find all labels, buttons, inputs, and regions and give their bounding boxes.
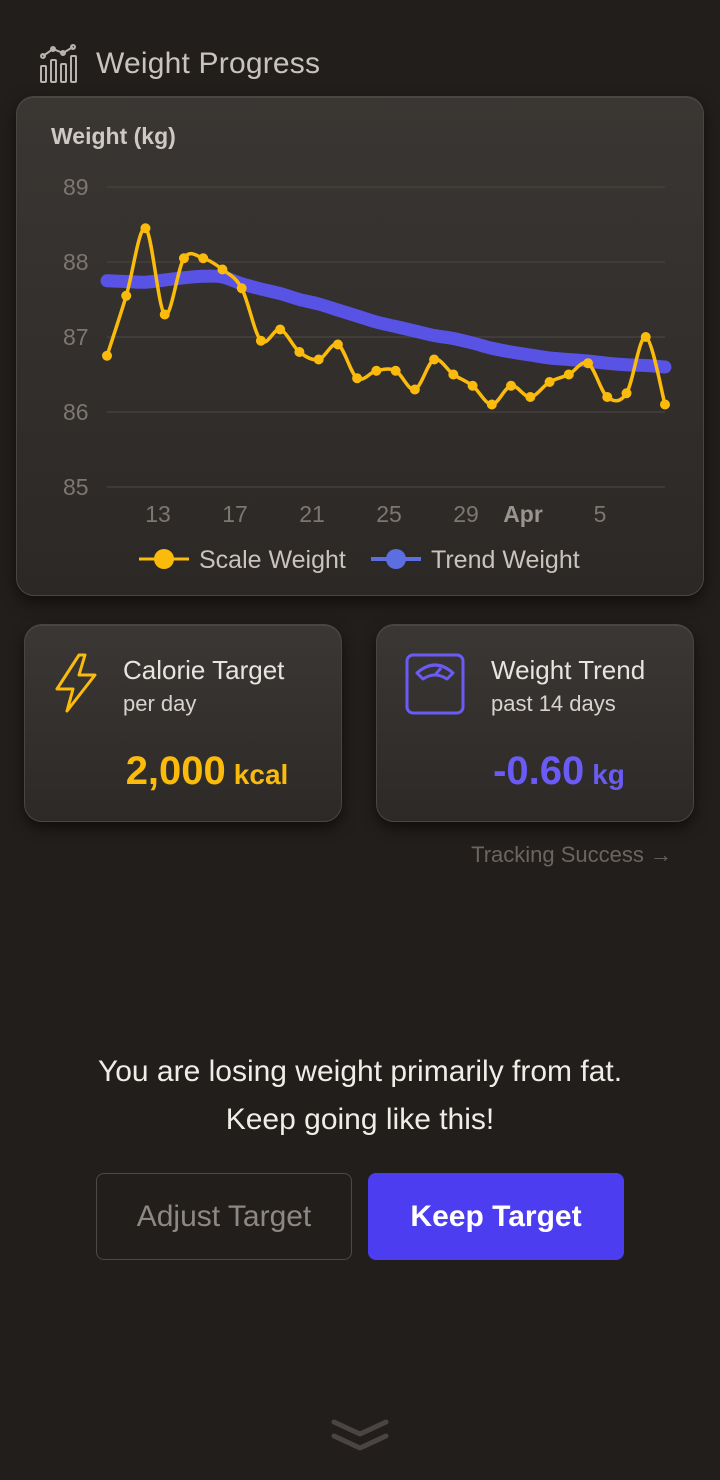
x-tick-label: 5 xyxy=(594,501,607,527)
calorie-card-title: Calorie Target xyxy=(123,655,285,685)
x-tick-label: 21 xyxy=(299,501,325,527)
y-tick-label: 85 xyxy=(63,474,89,500)
scale-weight-point xyxy=(390,365,401,376)
trend-unit: kg xyxy=(592,759,625,790)
scale-weight-point xyxy=(506,380,517,391)
trend-card-title: Weight Trend xyxy=(491,655,646,685)
weight-trend-card[interactable]: Weight Trend past 14 days -0.60 kg xyxy=(376,624,694,822)
calorie-value: 2,000 kcal xyxy=(25,749,341,794)
scale-weight-point xyxy=(140,223,151,234)
scale-icon xyxy=(405,653,465,715)
x-tick-label: 17 xyxy=(222,501,248,527)
scale-weight-point xyxy=(178,253,189,264)
scale-weight-point xyxy=(275,324,286,335)
x-tick-label: 29 xyxy=(453,501,479,527)
scale-weight-point xyxy=(102,350,112,361)
scale-weight-point xyxy=(621,388,632,399)
scale-weight-point xyxy=(660,399,670,410)
y-tick-label: 88 xyxy=(63,249,89,275)
scale-weight-point xyxy=(429,354,440,365)
scale-weight-point xyxy=(525,392,536,402)
scale-weight-point xyxy=(121,290,132,301)
trend-weight-line xyxy=(100,269,672,374)
x-tick-label: 13 xyxy=(145,501,171,527)
scale-weight-point xyxy=(486,399,497,410)
calorie-number: 2,000 xyxy=(125,749,226,793)
lightning-icon xyxy=(55,653,97,713)
adjust-target-button[interactable]: Adjust Target xyxy=(96,1173,352,1260)
scale-weight-point xyxy=(159,309,170,320)
scale-weight-point xyxy=(467,380,478,391)
y-tick-label: 87 xyxy=(63,324,89,350)
scale-weight-line xyxy=(105,226,667,407)
scale-weight-point xyxy=(371,365,382,376)
legend-item: Scale Weight xyxy=(139,546,346,574)
y-tick-label: 89 xyxy=(63,174,89,200)
scale-weight-point xyxy=(602,392,613,402)
x-tick-label: Apr xyxy=(503,501,543,527)
legend-label: Scale Weight xyxy=(199,546,346,574)
trend-number: -0.60 xyxy=(493,749,585,793)
scale-weight-point xyxy=(236,283,247,294)
page-header: Weight Progress xyxy=(38,44,320,84)
legend-marker xyxy=(386,549,406,569)
calorie-target-card[interactable]: Calorie Target per day 2,000 kcal xyxy=(24,624,342,822)
y-tick-label: 86 xyxy=(63,399,89,425)
scroll-down-chevron-icon[interactable] xyxy=(330,1416,390,1456)
scale-weight-point xyxy=(563,369,574,380)
scale-weight-point xyxy=(640,332,651,342)
legend-item: Trend Weight xyxy=(371,546,580,574)
weight-chart-card: Weight (kg) 89 88 87 86 85 13 17 21 25 29 Apr 5 Sc… xyxy=(16,96,704,596)
scale-weight-point xyxy=(332,339,343,350)
calorie-card-subtitle: per day xyxy=(123,691,197,716)
trend-card-subtitle: past 14 days xyxy=(491,691,616,716)
scale-weight-point xyxy=(583,358,594,369)
keep-target-button[interactable]: Keep Target xyxy=(368,1173,624,1260)
y-axis-label: Weight (kg) xyxy=(51,123,176,149)
scale-weight-point xyxy=(198,253,209,264)
scale-weight-point xyxy=(544,377,555,387)
bar-chart-icon xyxy=(40,44,77,83)
scale-weight-point xyxy=(255,335,266,346)
scale-weight-point xyxy=(294,347,305,357)
x-tick-label: 25 xyxy=(376,501,402,527)
scale-weight-point xyxy=(409,384,420,395)
tracking-success-link[interactable]: Tracking Success → xyxy=(471,842,672,868)
legend-marker xyxy=(154,549,174,569)
status-message: You are losing weight primarily from fat… xyxy=(97,1055,623,1136)
scale-weight-point xyxy=(313,354,324,365)
scale-weight-point xyxy=(448,369,459,380)
scale-weight-point xyxy=(352,373,363,384)
trend-value: -0.60 kg xyxy=(377,749,693,794)
legend-label: Trend Weight xyxy=(431,546,580,574)
weight-chart: Weight (kg) 89 88 87 86 85 13 17 21 25 29 Apr 5 Sc… xyxy=(51,123,672,574)
calorie-unit: kcal xyxy=(233,759,289,790)
page-title: Weight Progress xyxy=(96,47,321,80)
scale-weight-point xyxy=(217,264,228,275)
